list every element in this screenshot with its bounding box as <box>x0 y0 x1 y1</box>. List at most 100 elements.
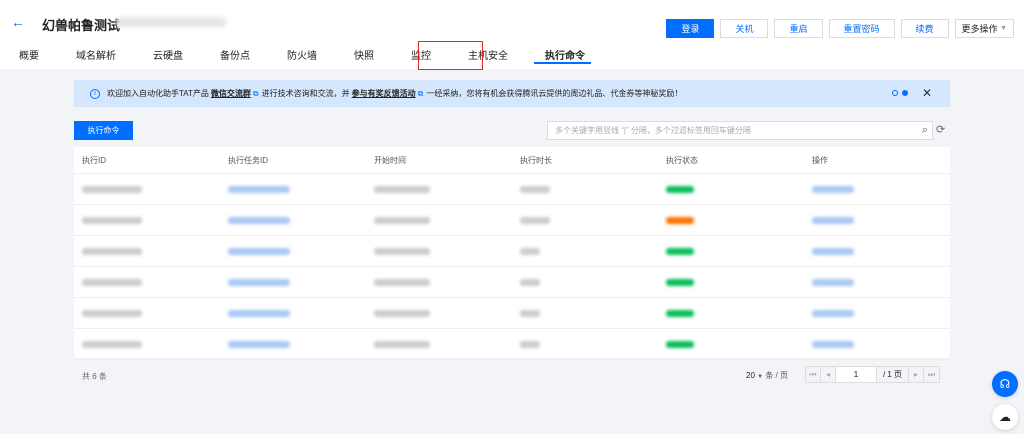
column-header: 执行任务ID <box>228 155 268 165</box>
redacted-value <box>228 247 290 255</box>
table-row <box>74 205 950 236</box>
redacted-value <box>228 340 290 348</box>
table-cell <box>658 278 804 286</box>
refresh-icon[interactable]: ⟳ <box>936 123 945 136</box>
restart-button[interactable]: 重启 <box>774 19 823 38</box>
redacted-value <box>82 185 142 193</box>
table-cell[interactable] <box>804 185 950 193</box>
run-command-button[interactable]: 执行命令 <box>74 121 133 140</box>
redacted-value <box>82 309 142 317</box>
redacted-value <box>812 185 854 193</box>
table-cell <box>658 185 804 193</box>
shutdown-button[interactable]: 关机 <box>720 19 769 38</box>
redacted-value <box>812 278 854 286</box>
table-cell <box>512 309 658 317</box>
redacted-value <box>374 185 430 193</box>
tab-1[interactable]: 域名解析 <box>57 47 116 67</box>
table-cell <box>366 247 512 255</box>
redacted-value <box>374 216 430 224</box>
table-cell <box>74 185 220 193</box>
redacted-value <box>812 309 854 317</box>
redacted-value <box>666 340 694 348</box>
tab-4[interactable]: 防火墙 <box>268 47 317 67</box>
renew-button[interactable]: 续费 <box>900 19 949 38</box>
last-page-icon[interactable]: ⏭ <box>924 367 939 382</box>
tab-3[interactable]: 备份点 <box>201 47 250 67</box>
table-cell[interactable] <box>804 340 950 348</box>
chevron-down-icon: ▼ <box>757 374 764 380</box>
table-row <box>74 174 950 205</box>
tab-0[interactable]: 概要 <box>0 47 39 67</box>
table-cell[interactable] <box>804 216 950 224</box>
page-size-select[interactable]: 20 ▼ 条 / 页 <box>746 370 788 381</box>
table-cell <box>658 340 804 348</box>
table-cell <box>74 309 220 317</box>
tab-2[interactable]: 云硬盘 <box>134 47 183 67</box>
cloud-icon[interactable]: ☁ <box>992 404 1018 430</box>
redacted-value <box>666 247 694 255</box>
external-link-icon: ⧉ <box>252 88 259 98</box>
header: ← 幻兽帕鲁测试 登录 关机 重启 重置密码 续费 更多操作 ▼ 概要 域名解析云… <box>0 0 1024 70</box>
next-page-icon[interactable]: ▸ <box>909 367 924 382</box>
table-cell[interactable] <box>804 309 950 317</box>
redacted-value <box>374 247 430 255</box>
customer-service-icon[interactable]: ☊ <box>992 371 1018 397</box>
table-cell[interactable] <box>804 247 950 255</box>
table-cell <box>366 340 512 348</box>
table-cell[interactable] <box>220 340 366 348</box>
redacted-value <box>228 185 290 193</box>
feedback-link[interactable]: 参与有奖反馈活动 <box>352 88 416 99</box>
table-cell <box>74 278 220 286</box>
redacted-value <box>520 278 540 286</box>
redacted-value <box>812 216 854 224</box>
table-cell[interactable] <box>220 309 366 317</box>
column-header: 操作 <box>812 155 828 165</box>
redacted-value <box>520 247 540 255</box>
redacted-value <box>666 278 694 286</box>
search-icon[interactable]: ⌕ <box>922 124 928 137</box>
redacted-value <box>82 216 142 224</box>
table-cell[interactable] <box>220 278 366 286</box>
page-input[interactable]: 1 <box>836 367 877 382</box>
page-title: 幻兽帕鲁测试 <box>42 18 121 33</box>
column-header: 执行时长 <box>520 155 552 165</box>
table-cell[interactable] <box>220 185 366 193</box>
reset-password-button[interactable]: 重置密码 <box>828 19 895 38</box>
table-row <box>74 298 950 329</box>
chevron-down-icon: ▼ <box>1000 25 1007 32</box>
tab-5[interactable]: 快照 <box>335 47 374 67</box>
close-icon[interactable]: ✕ <box>922 86 932 100</box>
redacted-value <box>374 309 430 317</box>
table-cell[interactable] <box>220 216 366 224</box>
table-cell[interactable] <box>804 278 950 286</box>
carousel-dot[interactable] <box>892 90 898 96</box>
prev-page-icon[interactable]: ◂ <box>821 367 836 382</box>
redacted-value <box>520 216 550 224</box>
external-link-icon: ⧉ <box>417 88 424 98</box>
more-actions-dropdown[interactable]: 更多操作 ▼ <box>954 19 1014 38</box>
table-cell <box>74 247 220 255</box>
instance-id-redacted <box>116 17 226 27</box>
redacted-value <box>666 309 694 317</box>
carousel-dot-active[interactable] <box>902 90 908 96</box>
executions-table: 执行ID 执行任务ID 开始时间 执行时长 执行状态 操作 <box>74 147 950 360</box>
redacted-value <box>82 247 142 255</box>
redacted-value <box>812 247 854 255</box>
column-header: 开始时间 <box>374 155 406 165</box>
total-count: 共 6 条 <box>82 372 107 381</box>
first-page-icon[interactable]: ⏮ <box>806 367 821 382</box>
table-row <box>74 267 950 298</box>
redacted-value <box>666 185 694 193</box>
wechat-group-link[interactable]: 微信交流群 <box>211 88 251 99</box>
redacted-value <box>82 278 142 286</box>
arrow-left-icon[interactable]: ← <box>11 14 25 30</box>
search-input[interactable]: 多个关键字用竖线 “|” 分隔，多个过滤标签用回车键分隔 ⌕ <box>547 121 933 140</box>
tab-8[interactable]: 执行命令 <box>526 47 591 67</box>
table-row <box>74 329 950 360</box>
table-cell <box>658 216 804 224</box>
login-button[interactable]: 登录 <box>666 19 715 38</box>
table-cell <box>366 278 512 286</box>
redacted-value <box>228 309 290 317</box>
table-cell[interactable] <box>220 247 366 255</box>
redacted-value <box>812 340 854 348</box>
